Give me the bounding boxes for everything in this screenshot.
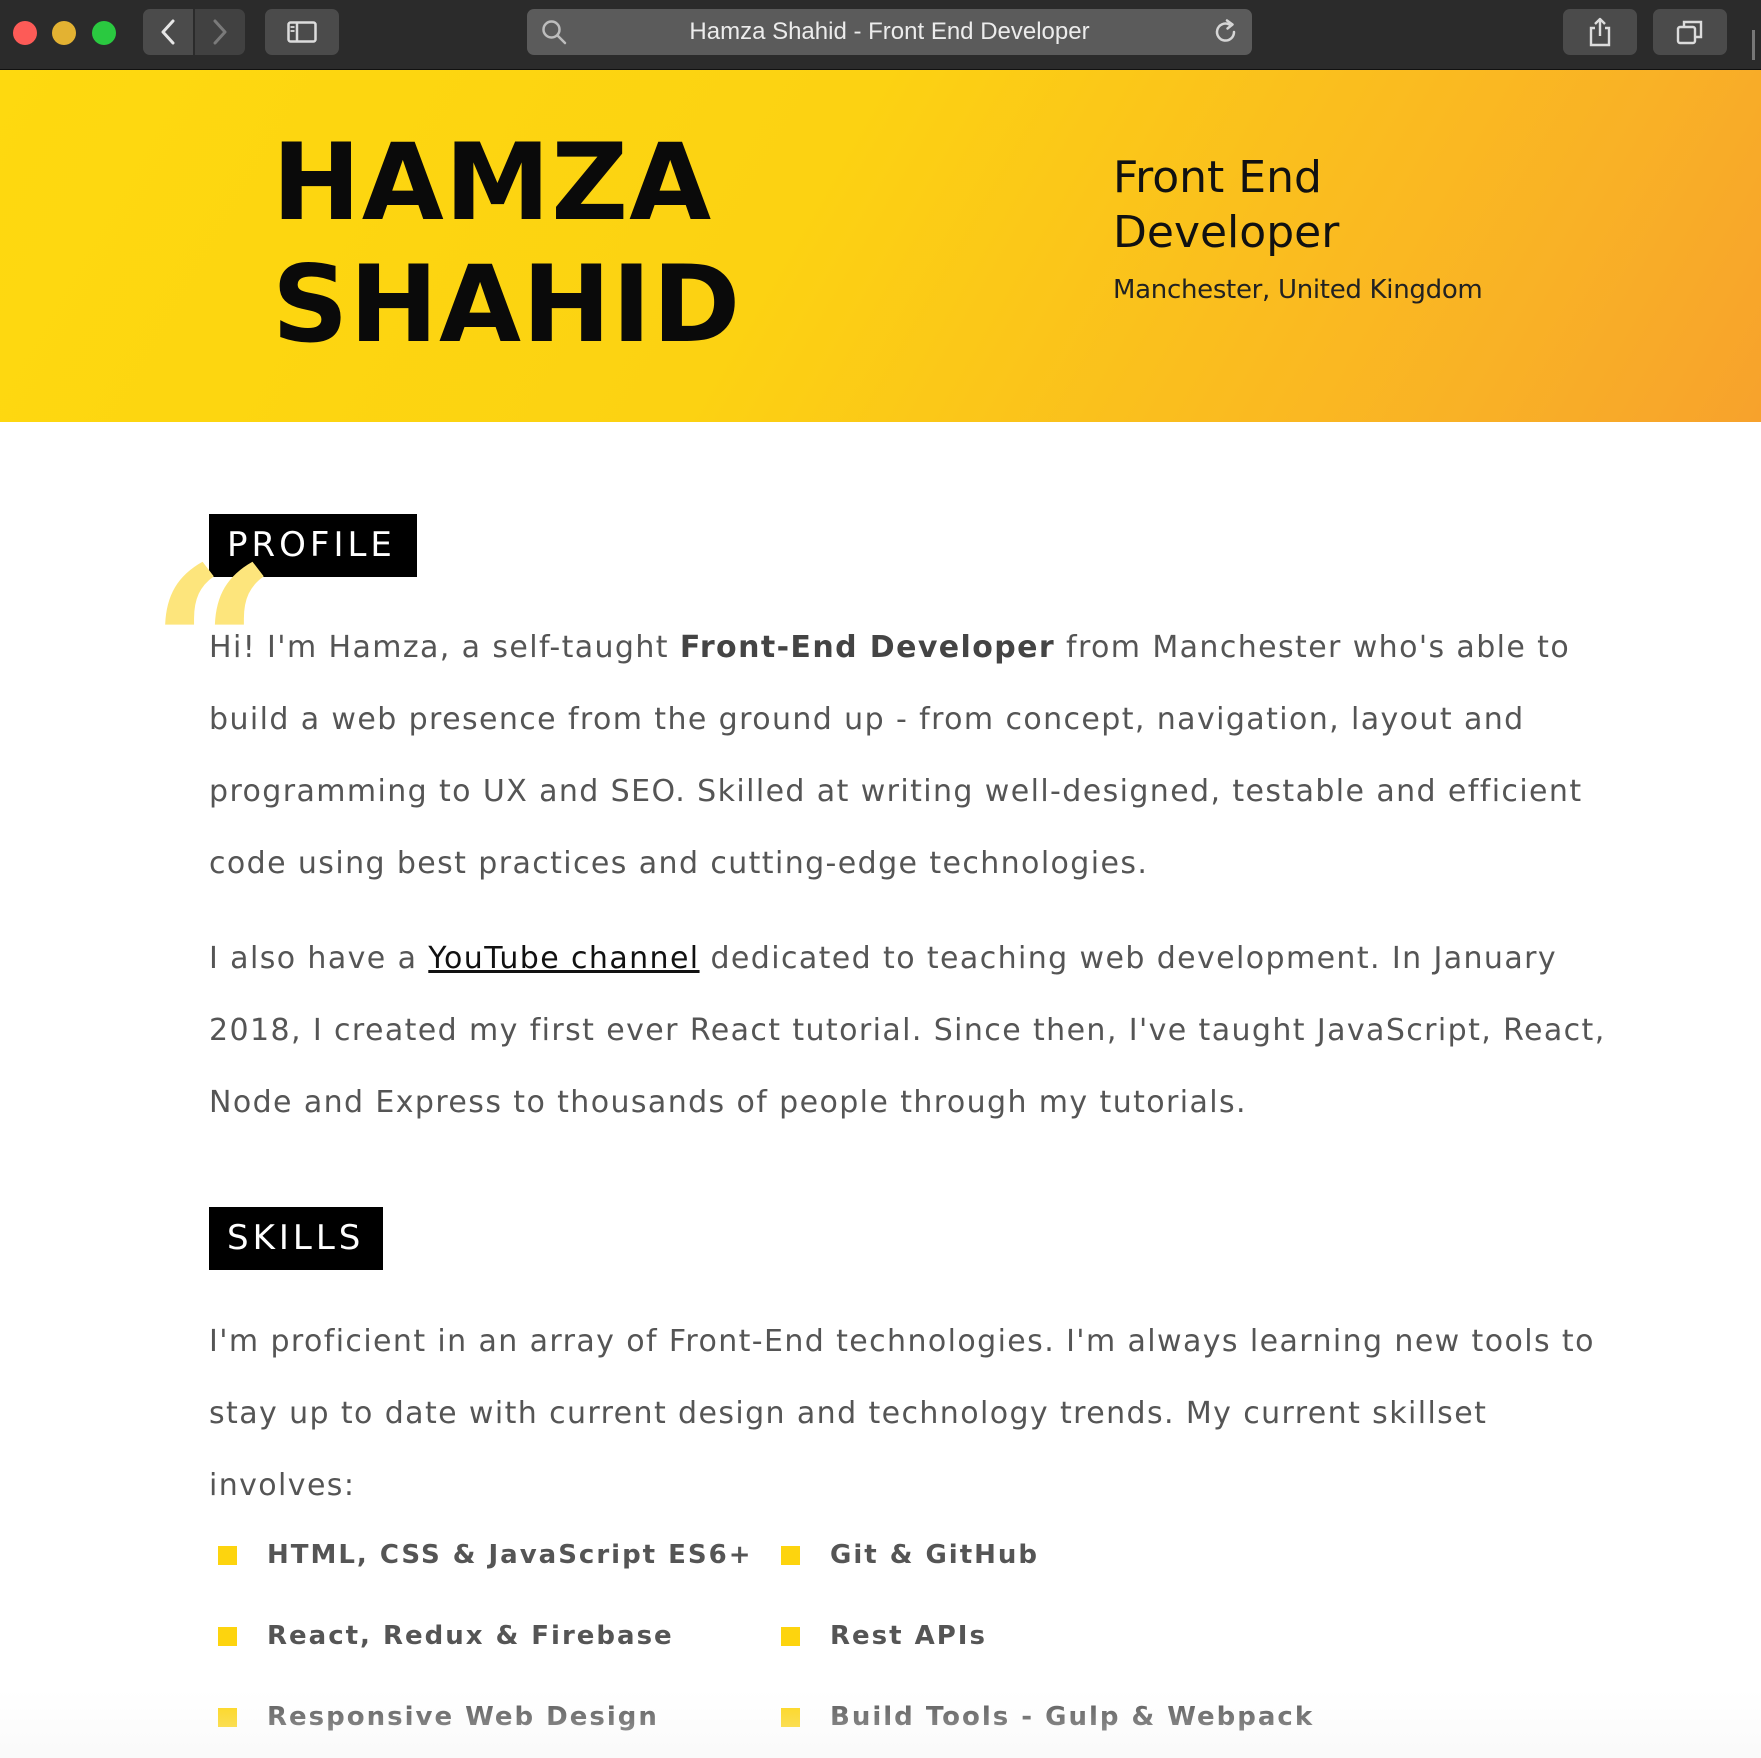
reload-icon[interactable] [1212, 18, 1240, 46]
youtube-text-intro: I also have a [209, 941, 429, 976]
square-bullet-icon [218, 1545, 237, 1565]
square-bullet-icon [781, 1707, 800, 1727]
youtube-channel-link[interactable]: YouTube channel [428, 941, 699, 976]
share-button[interactable] [1563, 9, 1637, 55]
square-bullet-icon [781, 1626, 800, 1646]
skill-item: Responsive Web Design [218, 1697, 659, 1737]
job-title: Front End Developer [1113, 150, 1339, 260]
page-title: Hamza Shahid - Front End Developer [689, 18, 1090, 45]
location: Manchester, United Kingdom [1113, 275, 1483, 305]
square-bullet-icon [218, 1707, 237, 1727]
hero-header: HAMZA SHAHID Front End Developer Manches… [0, 70, 1761, 422]
skill-label: Rest APIs [830, 1621, 987, 1651]
close-window-button[interactable] [13, 21, 37, 45]
first-name: HAMZA [272, 121, 713, 244]
skill-label: HTML, CSS & JavaScript ES6+ [267, 1540, 753, 1570]
profile-text-rest: from Manchester who's able to build a we… [209, 630, 1583, 881]
zoom-window-button[interactable] [92, 21, 116, 45]
skill-label: Build Tools - Gulp & Webpack [830, 1702, 1315, 1732]
sidebar-icon [287, 21, 317, 43]
back-button[interactable] [143, 9, 193, 55]
skills-intro: I'm proficient in an array of Front-End … [209, 1324, 1595, 1503]
square-bullet-icon [781, 1545, 800, 1565]
share-icon [1589, 17, 1611, 47]
skill-item: Git & GitHub [781, 1535, 1039, 1575]
minimize-window-button[interactable] [52, 21, 76, 45]
profile-text-role: Front-End Developer [679, 630, 1056, 665]
skill-label: React, Redux & Firebase [267, 1621, 674, 1651]
skill-item: HTML, CSS & JavaScript ES6+ [218, 1535, 753, 1575]
forward-button[interactable] [195, 9, 245, 55]
job-title-line-2: Developer [1113, 207, 1340, 258]
profile-paragraph-2: I also have a YouTube channel dedicated … [209, 923, 1609, 1139]
person-name: HAMZA SHAHID [272, 122, 741, 366]
skill-item: React, Redux & Firebase [218, 1616, 674, 1656]
profile-text-intro: Hi! I'm Hamza, a self-taught [209, 630, 680, 665]
chevron-left-icon [161, 19, 175, 45]
skill-label: Responsive Web Design [267, 1702, 659, 1732]
chevron-right-icon [213, 19, 227, 45]
address-bar[interactable]: Hamza Shahid - Front End Developer [527, 9, 1252, 55]
skill-item: Build Tools - Gulp & Webpack [781, 1697, 1314, 1737]
window-edge [1752, 30, 1761, 60]
last-name: SHAHID [272, 243, 742, 366]
browser-toolbar: Hamza Shahid - Front End Developer [0, 0, 1761, 70]
job-title-line-1: Front End [1113, 152, 1322, 203]
tabs-overview-icon [1676, 20, 1703, 45]
skill-label: Git & GitHub [830, 1540, 1040, 1570]
sidebar-toggle-button[interactable] [265, 9, 339, 55]
square-bullet-icon [218, 1626, 237, 1646]
skills-heading: SKILLS [209, 1207, 383, 1270]
profile-paragraph-1: Hi! I'm Hamza, a self-taught Front-End D… [209, 612, 1609, 900]
show-tabs-button[interactable] [1653, 9, 1727, 55]
skill-item: Rest APIs [781, 1616, 987, 1656]
